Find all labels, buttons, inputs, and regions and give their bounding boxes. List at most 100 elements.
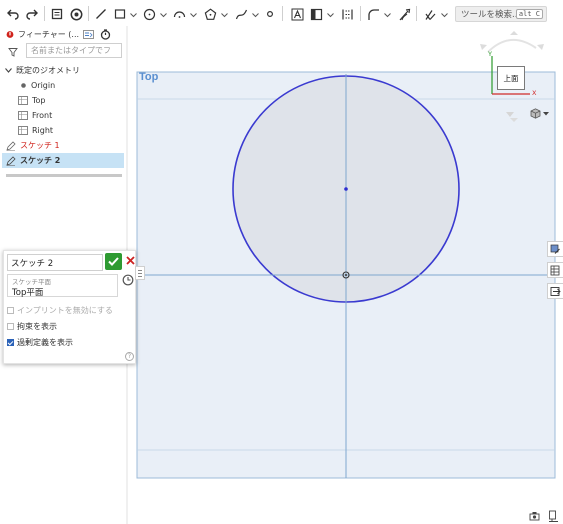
tree-item-sketch2[interactable]: スケッチ 2 [2, 153, 124, 168]
chevron-down-icon[interactable] [5, 67, 12, 74]
feature-tree-panel: フィーチャー (... 名前またはタイプでフ 既定のジオメトリ Origin T… [0, 26, 126, 186]
sketch-icon[interactable] [50, 6, 64, 22]
option-label: 拘束を表示 [17, 321, 57, 331]
toolbar-divider [360, 6, 361, 21]
default-geometry-label: 既定のジオメトリ [16, 66, 80, 75]
sketch-name-value: スケッチ 2 [11, 258, 54, 269]
help-icon[interactable]: ? [125, 352, 134, 361]
tool-search-placeholder: ツールを検索... [461, 10, 521, 20]
disable-imprint-checkbox[interactable]: インプリントを無効にする [7, 304, 113, 316]
toolbar-divider [88, 6, 89, 21]
show-overdefined-checkbox[interactable]: 過剰定義を表示 [7, 336, 73, 348]
accept-button[interactable] [105, 253, 122, 270]
plane-label: Top [139, 71, 159, 83]
chevron-down-icon[interactable] [190, 11, 197, 21]
feature-filter-placeholder: 名前またはタイプでフ [31, 46, 111, 55]
checkbox[interactable] [7, 306, 14, 314]
feature-filter-input[interactable]: 名前またはタイプでフ [26, 43, 122, 58]
tool-search-input[interactable]: ツールを検索... alt C [455, 6, 547, 22]
chevron-down-icon[interactable] [543, 111, 549, 116]
option-label: 過剰定義を表示 [17, 337, 73, 347]
polygon-icon[interactable] [203, 6, 217, 22]
section-view-icon[interactable] [548, 510, 559, 524]
tree-item-label: Front [32, 111, 53, 120]
feature-list-icon[interactable] [83, 30, 94, 39]
snap-icon[interactable] [69, 6, 83, 22]
redo-icon[interactable] [25, 6, 39, 22]
chevron-down-icon[interactable] [384, 11, 391, 21]
display-mode-cube-icon[interactable] [530, 108, 549, 119]
line-icon[interactable] [94, 6, 108, 22]
chevron-down-icon[interactable] [441, 11, 448, 21]
tree-item-origin[interactable]: Origin [20, 78, 55, 93]
export-tool-side-icon[interactable] [547, 283, 563, 299]
feature-tree-title: フィーチャー (... [18, 30, 80, 39]
origin-point-icon [21, 83, 26, 88]
origin-dot [345, 274, 347, 276]
fillet-icon[interactable] [366, 6, 380, 22]
feature-info-icon[interactable] [6, 30, 14, 39]
render-settings-icon[interactable] [529, 511, 540, 524]
dialog-collapse-handle[interactable] [135, 266, 145, 280]
tree-item-sketch1[interactable]: スケッチ 1 [6, 138, 60, 153]
chevron-down-icon[interactable] [252, 11, 259, 21]
tree-item-top[interactable]: Top [18, 93, 46, 108]
close-icon [125, 256, 135, 265]
sketch-plane-caption: スケッチ平面 [12, 278, 51, 286]
tree-item-front[interactable]: Front [18, 108, 52, 123]
tree-item-label: Right [32, 126, 54, 135]
rollback-clock-icon[interactable] [100, 29, 111, 40]
rectangle-icon[interactable] [113, 6, 127, 22]
point-icon[interactable] [264, 6, 276, 22]
tree-item-label: スケッチ 2 [20, 156, 61, 165]
plane-icon [18, 111, 28, 120]
tree-item-label: Top [32, 96, 46, 105]
sketch-dialog: スケッチ 2 スケッチ平面 Top平面 インプリントを無効にする 拘束を表示 過… [3, 250, 136, 364]
checkbox-checked[interactable] [7, 338, 14, 346]
tree-item-label: スケッチ 1 [20, 141, 60, 150]
default-geometry-group[interactable]: 既定のジオメトリ [5, 63, 80, 78]
axis-y-label: Y [488, 50, 492, 58]
option-label: インプリントを無効にする [17, 305, 113, 315]
plane-icon [18, 126, 28, 135]
rollback-bar[interactable] [6, 174, 122, 177]
arc-icon[interactable] [172, 6, 186, 22]
spline-icon[interactable] [234, 6, 248, 22]
checkbox[interactable] [7, 322, 14, 330]
circle-icon[interactable] [142, 6, 156, 22]
sketch-plane-field[interactable]: スケッチ平面 Top平面 [7, 274, 118, 298]
filter-funnel-icon[interactable] [8, 47, 18, 57]
sketch-name-input[interactable]: スケッチ 2 [7, 254, 103, 271]
image-icon[interactable] [309, 6, 323, 22]
sketch-plane-value: Top平面 [12, 288, 44, 298]
toolbar-divider [416, 6, 417, 21]
view-down-arrow-icon[interactable] [506, 111, 514, 121]
chevron-down-icon[interactable] [160, 11, 167, 21]
checkmark-icon [108, 257, 119, 266]
feature-tree-header[interactable]: フィーチャー (... [6, 27, 111, 42]
toolbar-divider [44, 6, 45, 21]
sketch-pencil-icon [6, 140, 16, 151]
trim-icon[interactable] [423, 6, 437, 22]
sketch-tool-side-icon[interactable] [547, 241, 563, 257]
clock-icon[interactable] [122, 274, 134, 286]
text-icon[interactable] [290, 6, 304, 22]
sketch-pencil-icon [6, 155, 16, 166]
chevron-down-icon[interactable] [221, 11, 228, 21]
tree-item-label: Origin [31, 81, 56, 90]
chevron-down-icon[interactable] [130, 11, 137, 21]
filter-row [8, 44, 18, 59]
offset-icon[interactable] [397, 6, 411, 22]
undo-icon[interactable] [6, 6, 20, 22]
view-cube-top-face[interactable]: 上面 [497, 66, 525, 90]
table-tool-side-icon[interactable] [547, 262, 563, 278]
toolbar: ツールを検索... alt C [0, 0, 563, 26]
keyboard-shortcut-badge: alt C [515, 9, 543, 19]
plane-icon [18, 96, 28, 105]
axis-x-label: X [532, 89, 537, 97]
tree-item-right[interactable]: Right [18, 123, 53, 138]
construction-icon[interactable] [340, 6, 354, 22]
chevron-down-icon[interactable] [327, 11, 334, 21]
show-constraints-checkbox[interactable]: 拘束を表示 [7, 320, 57, 332]
circle-center-point[interactable] [344, 187, 348, 191]
